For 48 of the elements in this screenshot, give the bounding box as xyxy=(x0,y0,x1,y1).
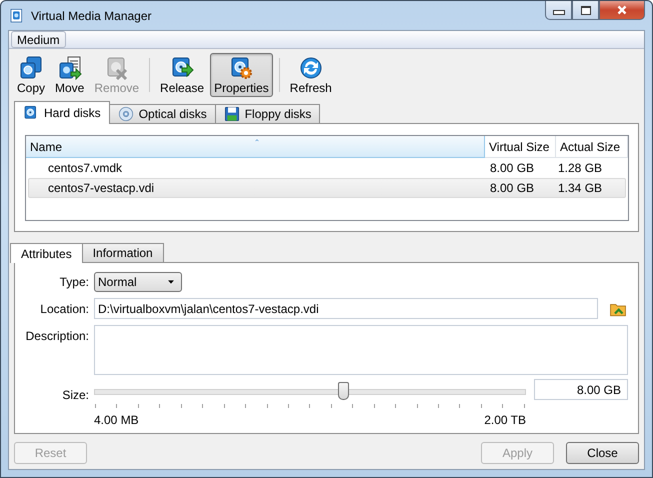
location-field[interactable]: D:\virtualboxvm\jalan\centos7-vestacp.vdi xyxy=(94,298,598,319)
toolbar-button[interactable]: Properties xyxy=(210,53,273,97)
copy-disks-icon xyxy=(19,56,43,80)
toolbar-button[interactable]: Release xyxy=(156,53,208,97)
range-label: 4.00 MB xyxy=(94,413,139,427)
toolbar-button[interactable]: Refresh xyxy=(286,53,336,97)
menu-item[interactable]: Medium xyxy=(11,31,66,48)
field-label: Description: xyxy=(24,328,89,343)
table-cell-text: centos7-vestacp.vdi xyxy=(47,181,156,195)
disk-document-icon xyxy=(58,56,82,80)
close-button[interactable] xyxy=(599,1,645,20)
tab[interactable]: Optical disks xyxy=(108,104,216,123)
disk-cross-icon xyxy=(104,56,129,80)
type-dropdown[interactable]: Normal xyxy=(94,272,182,292)
dialog-button[interactable]: Close xyxy=(566,442,639,464)
table-cell-text: 8.00 GB xyxy=(489,181,536,195)
size-slider[interactable] xyxy=(94,381,526,409)
field-label: Size: xyxy=(61,388,89,402)
field-label: Location: xyxy=(39,302,89,316)
table-cell-text: 8.00 GB xyxy=(489,161,536,175)
size-field[interactable]: 8.00 GB xyxy=(534,379,628,400)
table-cell-text: 1.28 GB xyxy=(557,161,604,175)
tab[interactable]: Hard disks xyxy=(14,101,110,124)
table-cell-text: centos7.vmdk xyxy=(47,161,124,175)
column-header[interactable]: Actual Size xyxy=(556,136,628,158)
disk-arrow-icon xyxy=(170,56,194,80)
table-cell-text: 1.34 GB xyxy=(557,181,604,195)
maximize-button[interactable] xyxy=(572,1,599,20)
table-row[interactable]: centos7.vmdk 8.00 GB 1.28 GB xyxy=(28,158,626,178)
column-header[interactable]: Virtual Size xyxy=(485,136,556,158)
slider-thumb[interactable] xyxy=(338,382,349,400)
description-field[interactable] xyxy=(94,325,628,375)
refresh-icon xyxy=(298,56,323,80)
column-header[interactable]: Name xyxy=(26,136,485,158)
field-label: Type: xyxy=(58,275,89,289)
range-label: 2.00 TB xyxy=(484,413,526,427)
optical-disc-icon xyxy=(118,106,134,122)
tab[interactable]: Attributes xyxy=(10,243,83,263)
toolbar-button[interactable]: Move xyxy=(51,53,88,97)
close-icon xyxy=(615,3,629,17)
tab[interactable]: Floppy disks xyxy=(214,104,320,123)
disk-gear-icon xyxy=(229,56,254,80)
window-title: Virtual Media Manager xyxy=(31,8,153,22)
toolbar-button[interactable]: Copy xyxy=(13,53,50,97)
table-row[interactable]: centos7-vestacp.vdi 8.00 GB 1.34 GB xyxy=(28,178,626,198)
app-icon xyxy=(9,8,25,24)
tab[interactable]: Information xyxy=(82,243,164,262)
minimize-button[interactable] xyxy=(545,1,572,20)
